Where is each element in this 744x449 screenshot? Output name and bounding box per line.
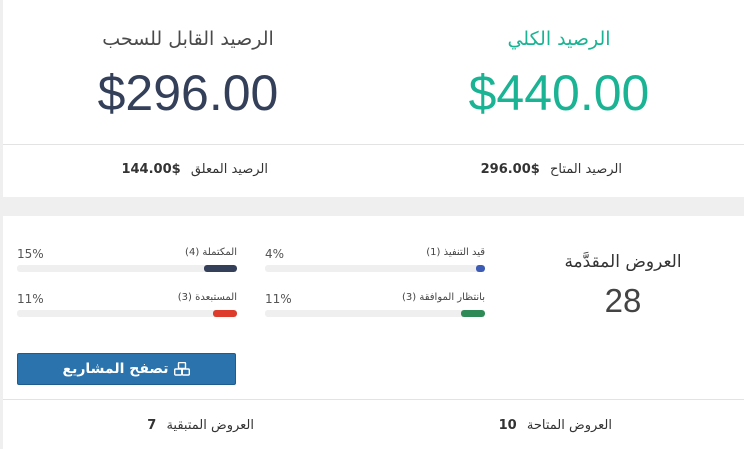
available-offers-label: العروض المتاحة [526, 418, 612, 433]
available-offers-row: العروض المتاحة 10 [499, 418, 612, 433]
progress-awaiting-approval: 11% بانتظار الموافقة (3) [265, 292, 485, 322]
cubes-icon [174, 362, 191, 376]
progress-excluded: 11% المستبعدة (3) [17, 292, 237, 322]
browse-projects-button[interactable]: تصفح المشاريع [17, 353, 236, 385]
total-balance-title: الرصيد الكلي [507, 28, 611, 50]
remaining-offers-value: 7 [147, 418, 157, 433]
pending-balance-value: $144.00 [121, 162, 181, 177]
pending-balance-label: الرصيد المعلق [190, 162, 268, 177]
withdrawable-balance-panel: الرصيد القابل للسحب $296.00 [3, 0, 373, 144]
progress-percent: 15% [17, 247, 44, 261]
progress-label: المستبعدة (3) [177, 292, 237, 303]
progress-track [265, 265, 485, 272]
progress-label: بانتظار الموافقة (3) [401, 292, 485, 303]
offers-title: العروض المقدَّمة [564, 252, 682, 272]
withdrawable-balance-amount: $296.00 [97, 65, 279, 121]
balance-divider [3, 144, 744, 145]
progress-label: قيد التنفيذ (1) [426, 247, 485, 258]
offers-divider [3, 399, 744, 400]
progress-track [17, 310, 237, 317]
available-offers-value: 10 [498, 418, 517, 433]
offers-count: 28 [604, 282, 642, 319]
offers-card: العروض المقدَّمة 28 4% قيد التنفيذ (1) 1… [3, 216, 744, 449]
progress-track [265, 310, 485, 317]
progress-in-progress: 4% قيد التنفيذ (1) [265, 247, 485, 277]
progress-percent: 4% [265, 247, 285, 261]
progress-fill [476, 265, 485, 272]
progress-completed: 15% المكتملة (4) [17, 247, 237, 277]
total-balance-amount: $440.00 [468, 65, 650, 121]
pending-balance-row: الرصيد المعلق $144.00 [121, 162, 268, 177]
remaining-offers-label: العروض المتبقية [166, 418, 254, 433]
progress-label: المكتملة (4) [185, 247, 237, 258]
progress-fill [212, 310, 237, 317]
progress-percent: 11% [17, 292, 44, 306]
progress-fill [204, 265, 237, 272]
progress-track [17, 265, 237, 272]
available-balance-row: الرصيد المتاح $296.00 [481, 162, 622, 177]
progress-fill [460, 310, 485, 317]
available-balance-label: الرصيد المتاح [549, 162, 622, 177]
progress-percent: 11% [265, 292, 292, 306]
balance-card: الرصيد الكلي $440.00 الرصيد القابل للسحب… [3, 0, 744, 197]
offers-summary: العروض المقدَّمة 28 [558, 252, 688, 320]
total-balance-panel: الرصيد الكلي $440.00 [374, 0, 744, 144]
browse-projects-label: تصفح المشاريع [62, 361, 169, 377]
available-balance-value: $296.00 [480, 162, 540, 177]
remaining-offers-row: العروض المتبقية 7 [147, 418, 254, 433]
withdrawable-balance-title: الرصيد القابل للسحب [102, 28, 274, 50]
